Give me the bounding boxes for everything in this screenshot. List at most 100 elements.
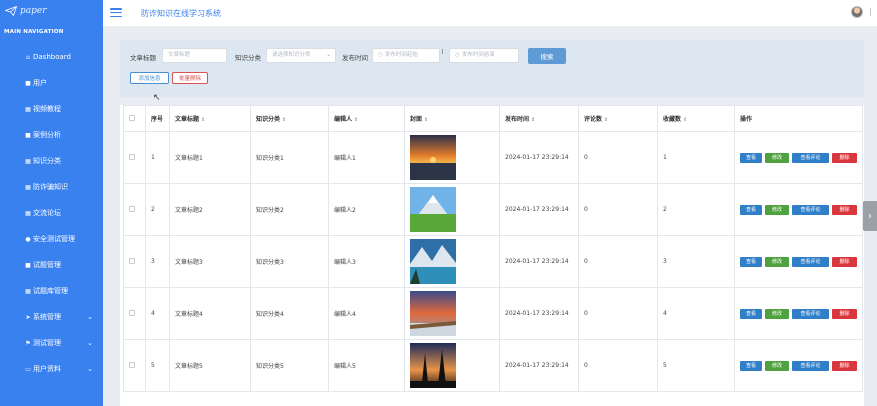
col-header-cover[interactable]: 封面 ⇕	[404, 105, 500, 132]
col-header-comments[interactable]: 评论数 ⇕	[578, 105, 658, 132]
search-panel: 文章标题 文章标题 知识分类 请选择知识分类 ⌄ 发布时间 ◷ 发布时间起始 ǀ ◷…	[120, 40, 864, 97]
cell-cover	[404, 183, 500, 236]
sidebar-item[interactable]: ▦ 知识分类	[0, 148, 103, 174]
search-button[interactable]: 搜索	[528, 48, 566, 64]
col-header-favorites[interactable]: 收藏数 ⇕	[657, 105, 735, 132]
sidebar-item-label: 视频教程	[33, 105, 61, 113]
comment-icon: ■	[25, 261, 31, 269]
sidebar-item-label: 交流论坛	[33, 209, 61, 217]
edit-button[interactable]: 修改	[765, 360, 789, 371]
sidebar-item[interactable]: ■ 案例分析	[0, 122, 103, 148]
comment-icon: ■	[25, 131, 31, 139]
select-all-checkbox[interactable]	[123, 105, 146, 132]
row-checkbox[interactable]	[123, 131, 146, 184]
cover-image[interactable]	[410, 291, 456, 336]
avatar[interactable]	[851, 6, 863, 18]
sidebar-item[interactable]: ▦ 视频教程	[0, 96, 103, 122]
col-header-time[interactable]: 发布时间 ⇕	[499, 105, 579, 132]
sort-icon: ⇕	[424, 117, 429, 123]
delete-button[interactable]: 删除	[832, 204, 857, 215]
batch-delete-button[interactable]: 批量删除	[172, 72, 208, 84]
sort-icon: ⇕	[354, 117, 359, 123]
category-label: 知识分类	[235, 54, 261, 62]
sidebar-item-label: 用户资料	[33, 365, 61, 373]
delete-button[interactable]: 删除	[832, 256, 857, 267]
cover-image[interactable]	[410, 135, 456, 180]
view-comments-button[interactable]: 查看评论	[792, 256, 829, 267]
cell-actions: 查看 修改 查看评论 删除	[734, 287, 863, 340]
view-comments-button[interactable]: 查看评论	[792, 360, 829, 371]
sort-icon: ⇕	[201, 117, 206, 123]
row-checkbox[interactable]	[123, 235, 146, 288]
col-header-category[interactable]: 知识分类 ⇕	[250, 105, 329, 132]
sidebar-item-label: 知识分类	[33, 157, 61, 165]
table-row: 4 文章标题4 知识分类4 编辑人4 2024-01-17 23:29:14 0 4 查看 修改…	[123, 287, 863, 340]
sidebar-item[interactable]: ■ 试题管理	[0, 252, 103, 278]
delete-button[interactable]: 删除	[832, 152, 857, 163]
title-search-input[interactable]: 文章标题	[162, 48, 227, 63]
col-header-title[interactable]: 文章标题 ⇕	[169, 105, 251, 132]
row-checkbox[interactable]	[123, 183, 146, 236]
sidebar-item[interactable]: ⚑ 测试管理 ⌄	[0, 330, 103, 356]
add-button[interactable]: 添加信息	[130, 72, 169, 84]
sidebar-item[interactable]: ▭ 用户资料 ⌄	[0, 356, 103, 382]
table-panel: 序号 文章标题 ⇕ 知识分类 ⇕ 编辑人 ⇕ 封面 ⇕ 发布时间 ⇕ 评论数 ⇕ 收藏数 ⇕ …	[120, 105, 864, 406]
delete-button[interactable]: 删除	[832, 308, 857, 319]
cover-image[interactable]	[410, 239, 456, 284]
view-comments-button[interactable]: 查看评论	[792, 152, 829, 163]
sidebar-item-label: 试题管理	[33, 261, 61, 269]
cell-favorites: 1	[657, 131, 735, 184]
cell-comments: 0	[578, 235, 658, 288]
cell-editor: 编辑人5	[328, 339, 405, 392]
menu-toggle-icon[interactable]	[110, 8, 122, 18]
sidebar-item[interactable]: ■ 用户	[0, 70, 103, 96]
edit-button[interactable]: 修改	[765, 152, 789, 163]
row-checkbox[interactable]	[123, 339, 146, 392]
cover-image[interactable]	[410, 187, 456, 232]
view-button[interactable]: 查看	[740, 308, 762, 319]
view-comments-button[interactable]: 查看评论	[792, 204, 829, 215]
col-header-editor[interactable]: 编辑人 ⇕	[328, 105, 405, 132]
cover-image[interactable]	[410, 343, 456, 388]
chevron-right-icon: ›	[868, 210, 872, 222]
sidebar-item[interactable]: ⌂ Dashboard	[0, 44, 103, 70]
sidebar-item[interactable]: ➤ 系统管理 ⌄	[0, 304, 103, 330]
time-start-input[interactable]: ◷ 发布时间起始	[372, 48, 440, 63]
view-button[interactable]: 查看	[740, 256, 762, 267]
row-checkbox[interactable]	[123, 287, 146, 340]
flag-icon: ⚑	[25, 339, 31, 347]
sidebar-item[interactable]: ▦ 试题库管理	[0, 278, 103, 304]
time-end-input[interactable]: ◷ 发布时间结束	[449, 48, 519, 63]
view-button[interactable]: 查看	[740, 152, 762, 163]
cell-editor: 编辑人1	[328, 131, 405, 184]
view-comments-button[interactable]: 查看评论	[792, 308, 829, 319]
table-row: 5 文章标题5 知识分类5 编辑人5 2024-01-17 23:29:14 0 5 查看 修改…	[123, 339, 863, 392]
cell-comments: 0	[578, 339, 658, 392]
cell-actions: 查看 修改 查看评论 删除	[734, 131, 863, 184]
chevron-down-icon: ⌄	[326, 52, 331, 58]
cell-no: 4	[145, 287, 170, 340]
logo[interactable]: paper	[0, 0, 103, 22]
cell-title: 文章标题1	[169, 131, 251, 184]
view-button[interactable]: 查看	[740, 204, 762, 215]
cell-category: 知识分类2	[250, 183, 329, 236]
grid-icon: ▦	[25, 105, 31, 113]
sidebar-item[interactable]: ● 安全测试管理	[0, 226, 103, 252]
cell-title: 文章标题3	[169, 235, 251, 288]
category-select[interactable]: 请选择知识分类 ⌄	[266, 48, 336, 63]
side-expand-tab[interactable]: ›	[863, 201, 877, 231]
sidebar-item[interactable]: ▦ 防诈骗知识	[0, 174, 111, 200]
sidebar: paper MAIN NAVIGATION ⌂ Dashboard ■ 用户 ▦ 视频教程…	[0, 0, 111, 406]
cell-category: 知识分类1	[250, 131, 329, 184]
cell-actions: 查看 修改 查看评论 删除	[734, 339, 863, 392]
cell-time: 2024-01-17 23:29:14	[499, 339, 579, 392]
view-button[interactable]: 查看	[740, 360, 762, 371]
cell-favorites: 3	[657, 235, 735, 288]
cell-title: 文章标题5	[169, 339, 251, 392]
edit-button[interactable]: 修改	[765, 308, 789, 319]
edit-button[interactable]: 修改	[765, 204, 789, 215]
cell-actions: 查看 修改 查看评论 删除	[734, 235, 863, 288]
edit-button[interactable]: 修改	[765, 256, 789, 267]
sidebar-item[interactable]: ▦ 交流论坛	[0, 200, 103, 226]
delete-button[interactable]: 删除	[832, 360, 857, 371]
